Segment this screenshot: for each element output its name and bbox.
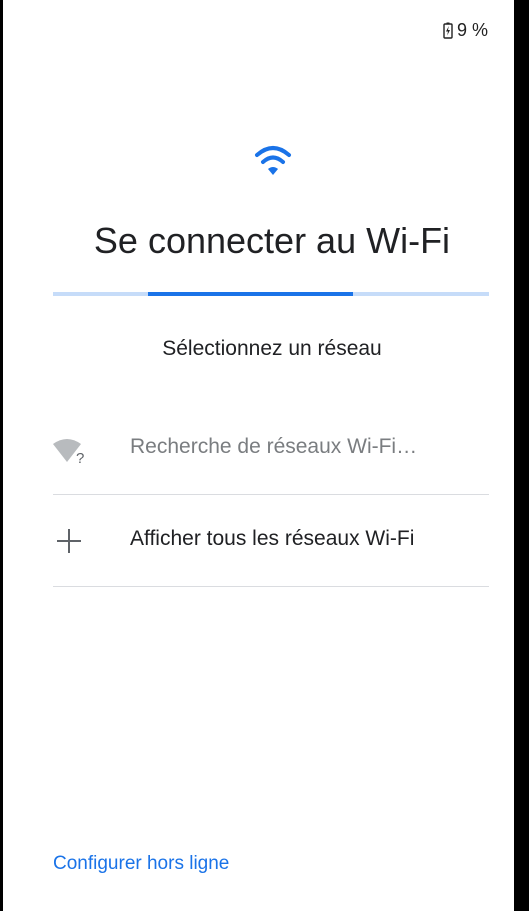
subtitle: Sélectionnez un réseau <box>162 337 382 360</box>
wifi-icon <box>255 146 291 175</box>
battery-charging-icon <box>443 22 453 39</box>
progress-bar <box>53 292 489 296</box>
svg-text:?: ? <box>76 450 84 466</box>
wifi-unknown-icon: ? <box>53 439 84 466</box>
progress-indicator <box>148 292 353 296</box>
configure-offline-link[interactable]: Configurer hors ligne <box>53 853 229 875</box>
network-searching-item: ? Recherche de réseaux Wi-Fi… <box>53 402 489 495</box>
show-all-networks-item[interactable]: Afficher tous les réseaux Wi-Fi <box>53 494 489 587</box>
show-all-networks-label: Afficher tous les réseaux Wi-Fi <box>130 527 415 550</box>
battery-percentage: 9 % <box>457 20 489 40</box>
status-bar: 9 % <box>3 0 514 44</box>
plus-icon <box>57 529 81 553</box>
page-title: Se connecter au Wi-Fi <box>93 220 451 261</box>
network-searching-label: Recherche de réseaux Wi-Fi… <box>130 435 418 458</box>
wifi-setup-screen: 9 % Se connecter au Wi-Fi Sélectionnez u… <box>3 0 514 911</box>
